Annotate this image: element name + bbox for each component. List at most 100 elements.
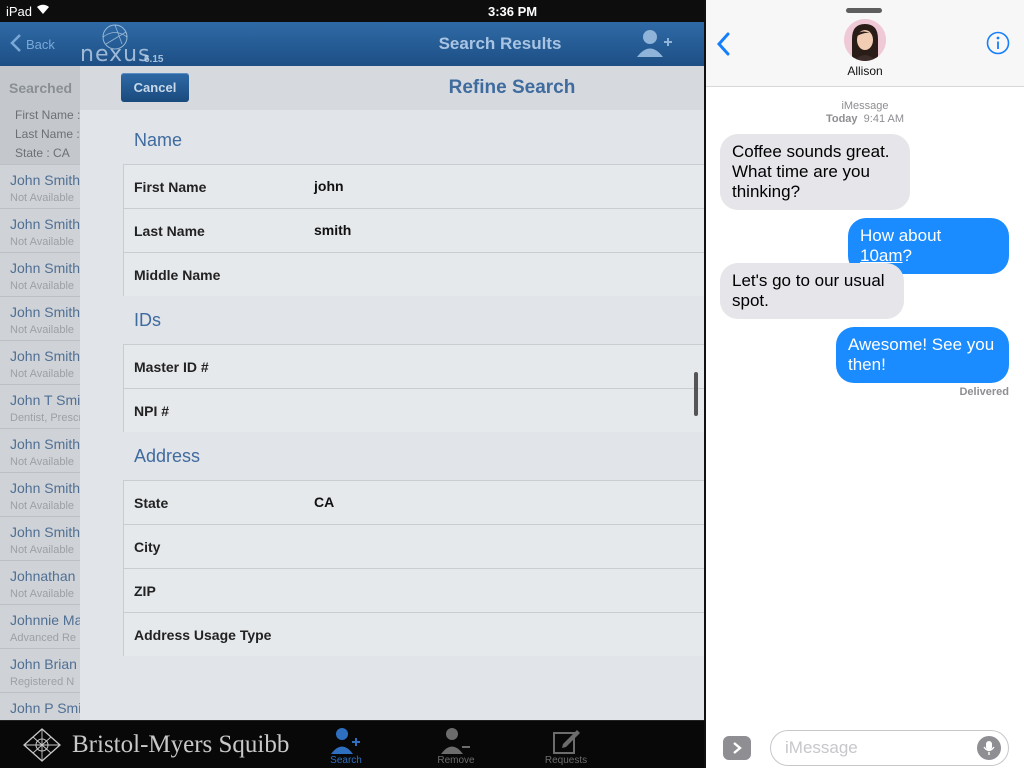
first-name-field[interactable]: First Name john	[123, 164, 704, 208]
result-name: John Smith	[10, 480, 81, 496]
address-usage-field[interactable]: Address Usage Type	[123, 612, 704, 656]
chevron-left-icon[interactable]	[716, 32, 730, 61]
field-label: NPI #	[134, 403, 170, 419]
timestamp-time: 9:41 AM	[863, 113, 905, 125]
city-field[interactable]: City	[123, 524, 704, 568]
field-label: Address Usage Type	[134, 627, 272, 643]
message-bubble-outgoing[interactable]: Awesome! See you then!	[836, 327, 1009, 383]
result-name: John Smith	[10, 304, 81, 320]
result-subtitle: Dentist, Prescriber	[10, 412, 82, 424]
npi-field[interactable]: NPI #	[123, 388, 704, 432]
chevron-right-icon	[733, 742, 742, 754]
timestamp: Today 9:41 AM	[706, 113, 1024, 125]
field-label: Master ID #	[134, 359, 209, 375]
first-name-value[interactable]: john	[314, 178, 344, 194]
state-field[interactable]: State CA	[123, 480, 704, 524]
message-input[interactable]	[785, 737, 965, 759]
result-subtitle: Not Available	[10, 588, 75, 600]
refine-search-modal: Cancel Refine Search Name First Name joh…	[80, 66, 704, 722]
messages-panel: Allison iMessage Today 9:41 AM Coffee so…	[706, 0, 1024, 768]
result-subtitle: Not Available	[10, 544, 75, 556]
microphone-icon[interactable]	[977, 736, 1001, 760]
result-row[interactable]: John Smith Not Available	[0, 428, 82, 472]
composer-bar	[706, 722, 1024, 768]
tab-search[interactable]: Search	[311, 725, 381, 766]
contact-name[interactable]: Allison	[706, 64, 1024, 78]
state-value[interactable]: CA	[314, 494, 334, 510]
field-label: First Name	[134, 179, 207, 195]
result-name: John Smith	[10, 348, 81, 364]
section-address: Address	[134, 446, 201, 466]
result-subtitle: Not Available	[10, 368, 75, 380]
logo-word: nexus	[80, 42, 151, 67]
message-input-container[interactable]	[770, 730, 1009, 766]
bms-logo: Bristol-Myers Squibb	[22, 727, 289, 763]
info-icon[interactable]	[986, 31, 1010, 60]
message-bubble-incoming[interactable]: Coffee sounds great. What time are you t…	[720, 134, 910, 210]
back-label: Back	[26, 37, 55, 52]
results-list: Searched First Name : Last Name : State …	[0, 66, 82, 722]
zip-field[interactable]: ZIP	[123, 568, 704, 612]
field-label: City	[134, 539, 161, 555]
result-row[interactable]: Johnathan Not Available	[0, 560, 82, 604]
service-label: iMessage	[841, 100, 889, 112]
nav-bar: Back nexus 6.15 Search Results	[0, 22, 704, 67]
panel-grabber[interactable]	[846, 8, 882, 13]
delivered-status: Delivered	[959, 386, 1009, 398]
message-bubble-incoming[interactable]: Let's go to our usual spot.	[720, 263, 904, 319]
result-row[interactable]: John Brian Registered N	[0, 648, 82, 692]
result-row[interactable]: John T Smith Dentist, Prescriber	[0, 384, 82, 428]
result-row[interactable]: John Smith Not Available	[0, 516, 82, 560]
result-name: John Smith	[10, 436, 81, 452]
avatar[interactable]	[844, 19, 886, 61]
cancel-button[interactable]: Cancel	[121, 73, 189, 102]
search-criteria: Searched First Name : Last Name : State …	[0, 66, 82, 164]
app-drawer-button[interactable]	[723, 736, 751, 760]
result-row[interactable]: John Smith Not Available	[0, 208, 82, 252]
page-title: Search Results	[438, 34, 562, 53]
field-label: State	[134, 495, 169, 511]
tab-bar: Bristol-Myers Squibb Search Remove Reque…	[0, 720, 704, 768]
compose-icon	[531, 725, 601, 755]
result-row[interactable]: John Smith Not Available	[0, 164, 82, 208]
tab-requests[interactable]: Requests	[531, 725, 601, 766]
tab-label: Search	[330, 755, 362, 766]
timestamp-day: Today	[825, 113, 858, 125]
middle-name-field[interactable]: Middle Name	[123, 252, 704, 296]
field-label: Last Name	[134, 223, 205, 239]
remove-person-icon	[421, 725, 491, 755]
carrier-label: iPad	[6, 4, 33, 19]
criteria-first-name: First Name :	[15, 108, 81, 122]
result-name: John P Smi	[10, 700, 82, 716]
add-user-icon[interactable]	[636, 28, 674, 63]
result-name: John Smith	[10, 172, 81, 188]
result-row[interactable]: John Smith Not Available	[0, 252, 82, 296]
result-subtitle: Not Available	[10, 280, 75, 292]
tab-remove[interactable]: Remove	[421, 725, 491, 766]
bms-emblem-icon	[23, 728, 61, 762]
result-name: John T Smith	[10, 392, 82, 408]
result-subtitle: Registered N	[10, 676, 75, 688]
result-row[interactable]: John Smith Not Available	[0, 472, 82, 516]
status-time: 3:36 PM	[488, 4, 538, 19]
result-name: Johnathan	[10, 568, 76, 584]
result-name: John Smith	[10, 216, 81, 232]
back-button[interactable]: Back	[10, 34, 55, 55]
search-person-icon	[311, 725, 381, 755]
result-subtitle: Not Available	[10, 236, 75, 248]
last-name-value[interactable]: smith	[314, 222, 351, 238]
result-row[interactable]: John Smith Not Available	[0, 296, 82, 340]
last-name-field[interactable]: Last Name smith	[123, 208, 704, 252]
result-row[interactable]: Johnnie Ma Advanced Re	[0, 604, 82, 648]
result-row[interactable]: John Smith Not Available	[0, 340, 82, 384]
result-subtitle: Not Available	[10, 456, 75, 468]
conversation-header: Allison	[706, 0, 1024, 87]
modal-header: Cancel Refine Search	[80, 66, 704, 110]
scroll-indicator[interactable]	[694, 372, 698, 416]
section-ids: IDs	[134, 310, 161, 330]
status-bar: iPad 3:36 PM	[0, 0, 704, 22]
result-name: John Brian	[10, 656, 77, 672]
master-id-field[interactable]: Master ID #	[123, 344, 704, 388]
modal-title: Refine Search	[448, 77, 576, 98]
results-header: Searched	[9, 80, 73, 96]
